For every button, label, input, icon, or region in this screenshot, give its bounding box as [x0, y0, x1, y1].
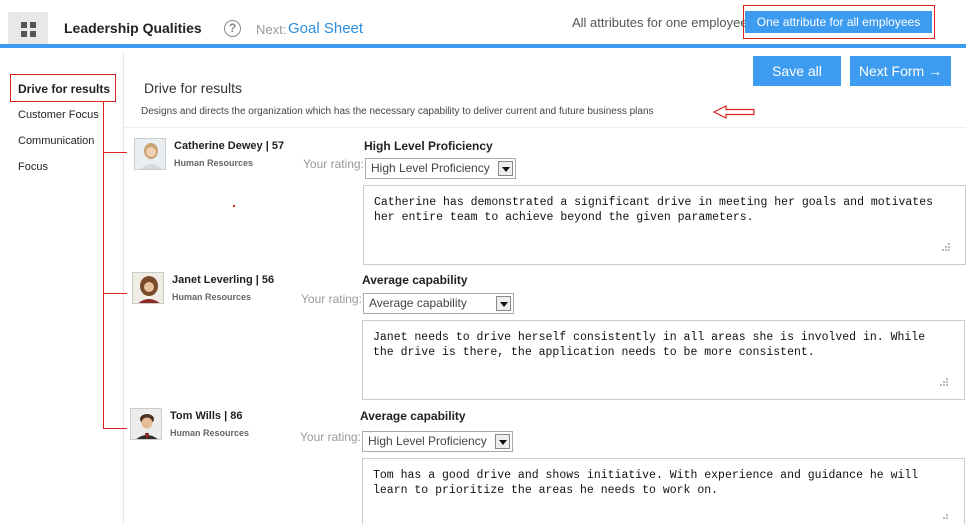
annotation-bracket-tick	[103, 152, 127, 153]
comment-textarea[interactable]: Janet needs to drive herself consistentl…	[362, 320, 965, 400]
rating-label: Your rating:	[300, 430, 361, 444]
dropdown-arrow-icon[interactable]	[496, 296, 511, 311]
save-all-button[interactable]: Save all	[753, 56, 841, 86]
section-description: Designs and directs the organization whi…	[141, 106, 654, 117]
apps-grid-icon[interactable]	[8, 12, 48, 46]
rating-label: Your rating:	[303, 157, 364, 171]
mode-all-attributes-link[interactable]: All attributes for one employee	[572, 15, 748, 30]
rating-select-value: Average capability	[369, 296, 467, 310]
employee-department: Human Resources	[174, 158, 254, 168]
dropdown-arrow-icon[interactable]	[498, 161, 513, 176]
employee-department: Human Resources	[172, 292, 252, 302]
resize-grip-icon[interactable]	[940, 378, 950, 388]
section-title: Drive for results	[144, 80, 243, 96]
next-form-button[interactable]: Next Form →	[850, 56, 951, 86]
employee-name: Janet Leverling | 56	[172, 274, 275, 286]
comment-textarea[interactable]: Catherine has demonstrated a significant…	[363, 185, 966, 265]
avatar	[130, 408, 162, 440]
annotation-bracket-tick	[103, 293, 127, 294]
annotation-arrow-icon	[712, 105, 755, 119]
annotation-bracket	[103, 102, 104, 428]
employee-department: Human Resources	[170, 428, 250, 438]
sidebar-item-drive-for-results[interactable]: Drive for results	[18, 82, 110, 96]
section-divider	[124, 127, 966, 128]
avatar	[132, 272, 164, 304]
resize-grip-icon[interactable]	[942, 243, 952, 253]
sidebar-divider	[123, 52, 124, 524]
rating-select[interactable]: Average capability	[363, 293, 514, 314]
rating-title: Average capability	[360, 409, 466, 423]
rating-title: Average capability	[362, 273, 468, 287]
next-goal-sheet-link[interactable]: Goal Sheet	[288, 20, 363, 37]
resize-grip-icon[interactable]	[940, 514, 950, 524]
avatar	[134, 138, 166, 170]
annotation-bracket-tick	[103, 428, 127, 429]
sidebar-item-customer-focus[interactable]: Customer Focus	[18, 109, 99, 121]
top-bar: Leadership Qualities ? Next: Goal Sheet …	[0, 0, 971, 46]
employee-name: Tom Wills | 86	[170, 410, 243, 422]
rating-label: Your rating:	[301, 292, 362, 306]
rating-select-value: High Level Proficiency	[368, 434, 487, 448]
rating-title: High Level Proficiency	[364, 139, 493, 153]
next-label: Next:	[256, 22, 287, 37]
dropdown-arrow-icon[interactable]	[495, 434, 510, 449]
rating-select-value: High Level Proficiency	[371, 161, 490, 175]
mode-one-attribute-button[interactable]: One attribute for all employees	[745, 11, 932, 33]
comment-textarea[interactable]: Tom has a good drive and shows initiativ…	[362, 458, 965, 524]
annotation-mark	[233, 205, 235, 207]
employee-name: Catherine Dewey | 57	[174, 140, 285, 152]
sidebar-item-focus[interactable]: Focus	[18, 161, 48, 173]
rating-select[interactable]: High Level Proficiency	[362, 431, 513, 452]
top-bar-accent	[0, 44, 966, 48]
sidebar-item-communication[interactable]: Communication	[18, 135, 94, 147]
help-icon[interactable]: ?	[224, 20, 241, 37]
rating-select[interactable]: High Level Proficiency	[365, 158, 516, 179]
page-title: Leadership Qualities	[64, 20, 202, 36]
